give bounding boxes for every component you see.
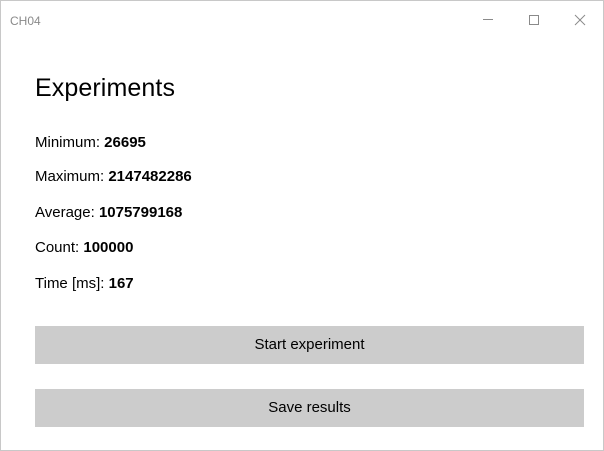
average-value: 1075799168 xyxy=(98,204,183,221)
minimum-stat: Minimum: 26695 xyxy=(35,134,146,152)
time-stat: Time [ms]: 167 xyxy=(35,275,134,293)
start-experiment-label: Start experiment xyxy=(254,336,365,353)
page-title: Experiments xyxy=(35,74,176,102)
maximum-label: Maximum: xyxy=(35,168,109,185)
time-label: Time [ms]: xyxy=(35,275,109,292)
maximize-button[interactable] xyxy=(511,1,557,33)
app-window: CH04 Experiments Minimum: 26695 Maximum:… xyxy=(0,0,604,451)
save-results-label: Save results xyxy=(268,399,351,416)
save-results-button[interactable]: Save results xyxy=(35,389,584,427)
title-bar[interactable]: CH04 xyxy=(1,1,603,33)
minimum-value: 26695 xyxy=(104,134,146,151)
count-value: 100000 xyxy=(83,239,134,256)
window-title: CH04 xyxy=(10,14,41,28)
maximum-value: 2147482286 xyxy=(108,168,192,185)
close-button[interactable] xyxy=(557,1,603,33)
average-stat: Average: 1075799168 xyxy=(35,204,182,222)
average-label: Average: xyxy=(35,204,99,221)
count-stat: Count: 100000 xyxy=(35,239,133,257)
start-experiment-button[interactable]: Start experiment xyxy=(35,326,584,364)
maximum-stat: Maximum: 2147482286 xyxy=(35,168,192,186)
minimize-button[interactable] xyxy=(465,1,511,33)
minimum-label: Minimum: xyxy=(35,134,105,151)
time-value: 167 xyxy=(108,275,134,292)
count-label: Count: xyxy=(35,239,84,256)
